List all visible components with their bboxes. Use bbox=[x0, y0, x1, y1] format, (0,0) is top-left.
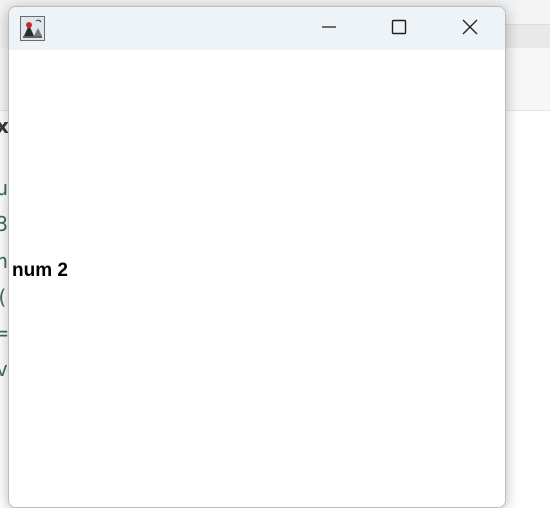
background-code-fragment: v bbox=[0, 357, 9, 381]
num-label: num 2 bbox=[12, 260, 68, 281]
close-button[interactable] bbox=[447, 7, 493, 50]
background-code-fragment: n bbox=[0, 249, 9, 273]
java-app-window[interactable]: num 2 bbox=[8, 6, 506, 508]
background-code-fragment: u bbox=[0, 176, 9, 200]
background-code-fragment: 3 bbox=[0, 212, 9, 236]
window-content: num 2 bbox=[9, 50, 505, 507]
background-code-fragment: = bbox=[0, 321, 9, 345]
minimize-icon bbox=[321, 19, 337, 39]
java-duke-icon[interactable] bbox=[20, 16, 45, 41]
title-bar[interactable] bbox=[9, 7, 505, 50]
close-icon bbox=[462, 19, 478, 39]
minimize-button[interactable] bbox=[306, 7, 352, 50]
background-code-fragment: ( bbox=[0, 285, 8, 309]
background-tab-strip bbox=[500, 24, 550, 49]
maximize-icon bbox=[391, 19, 407, 39]
maximize-button[interactable] bbox=[376, 7, 422, 50]
